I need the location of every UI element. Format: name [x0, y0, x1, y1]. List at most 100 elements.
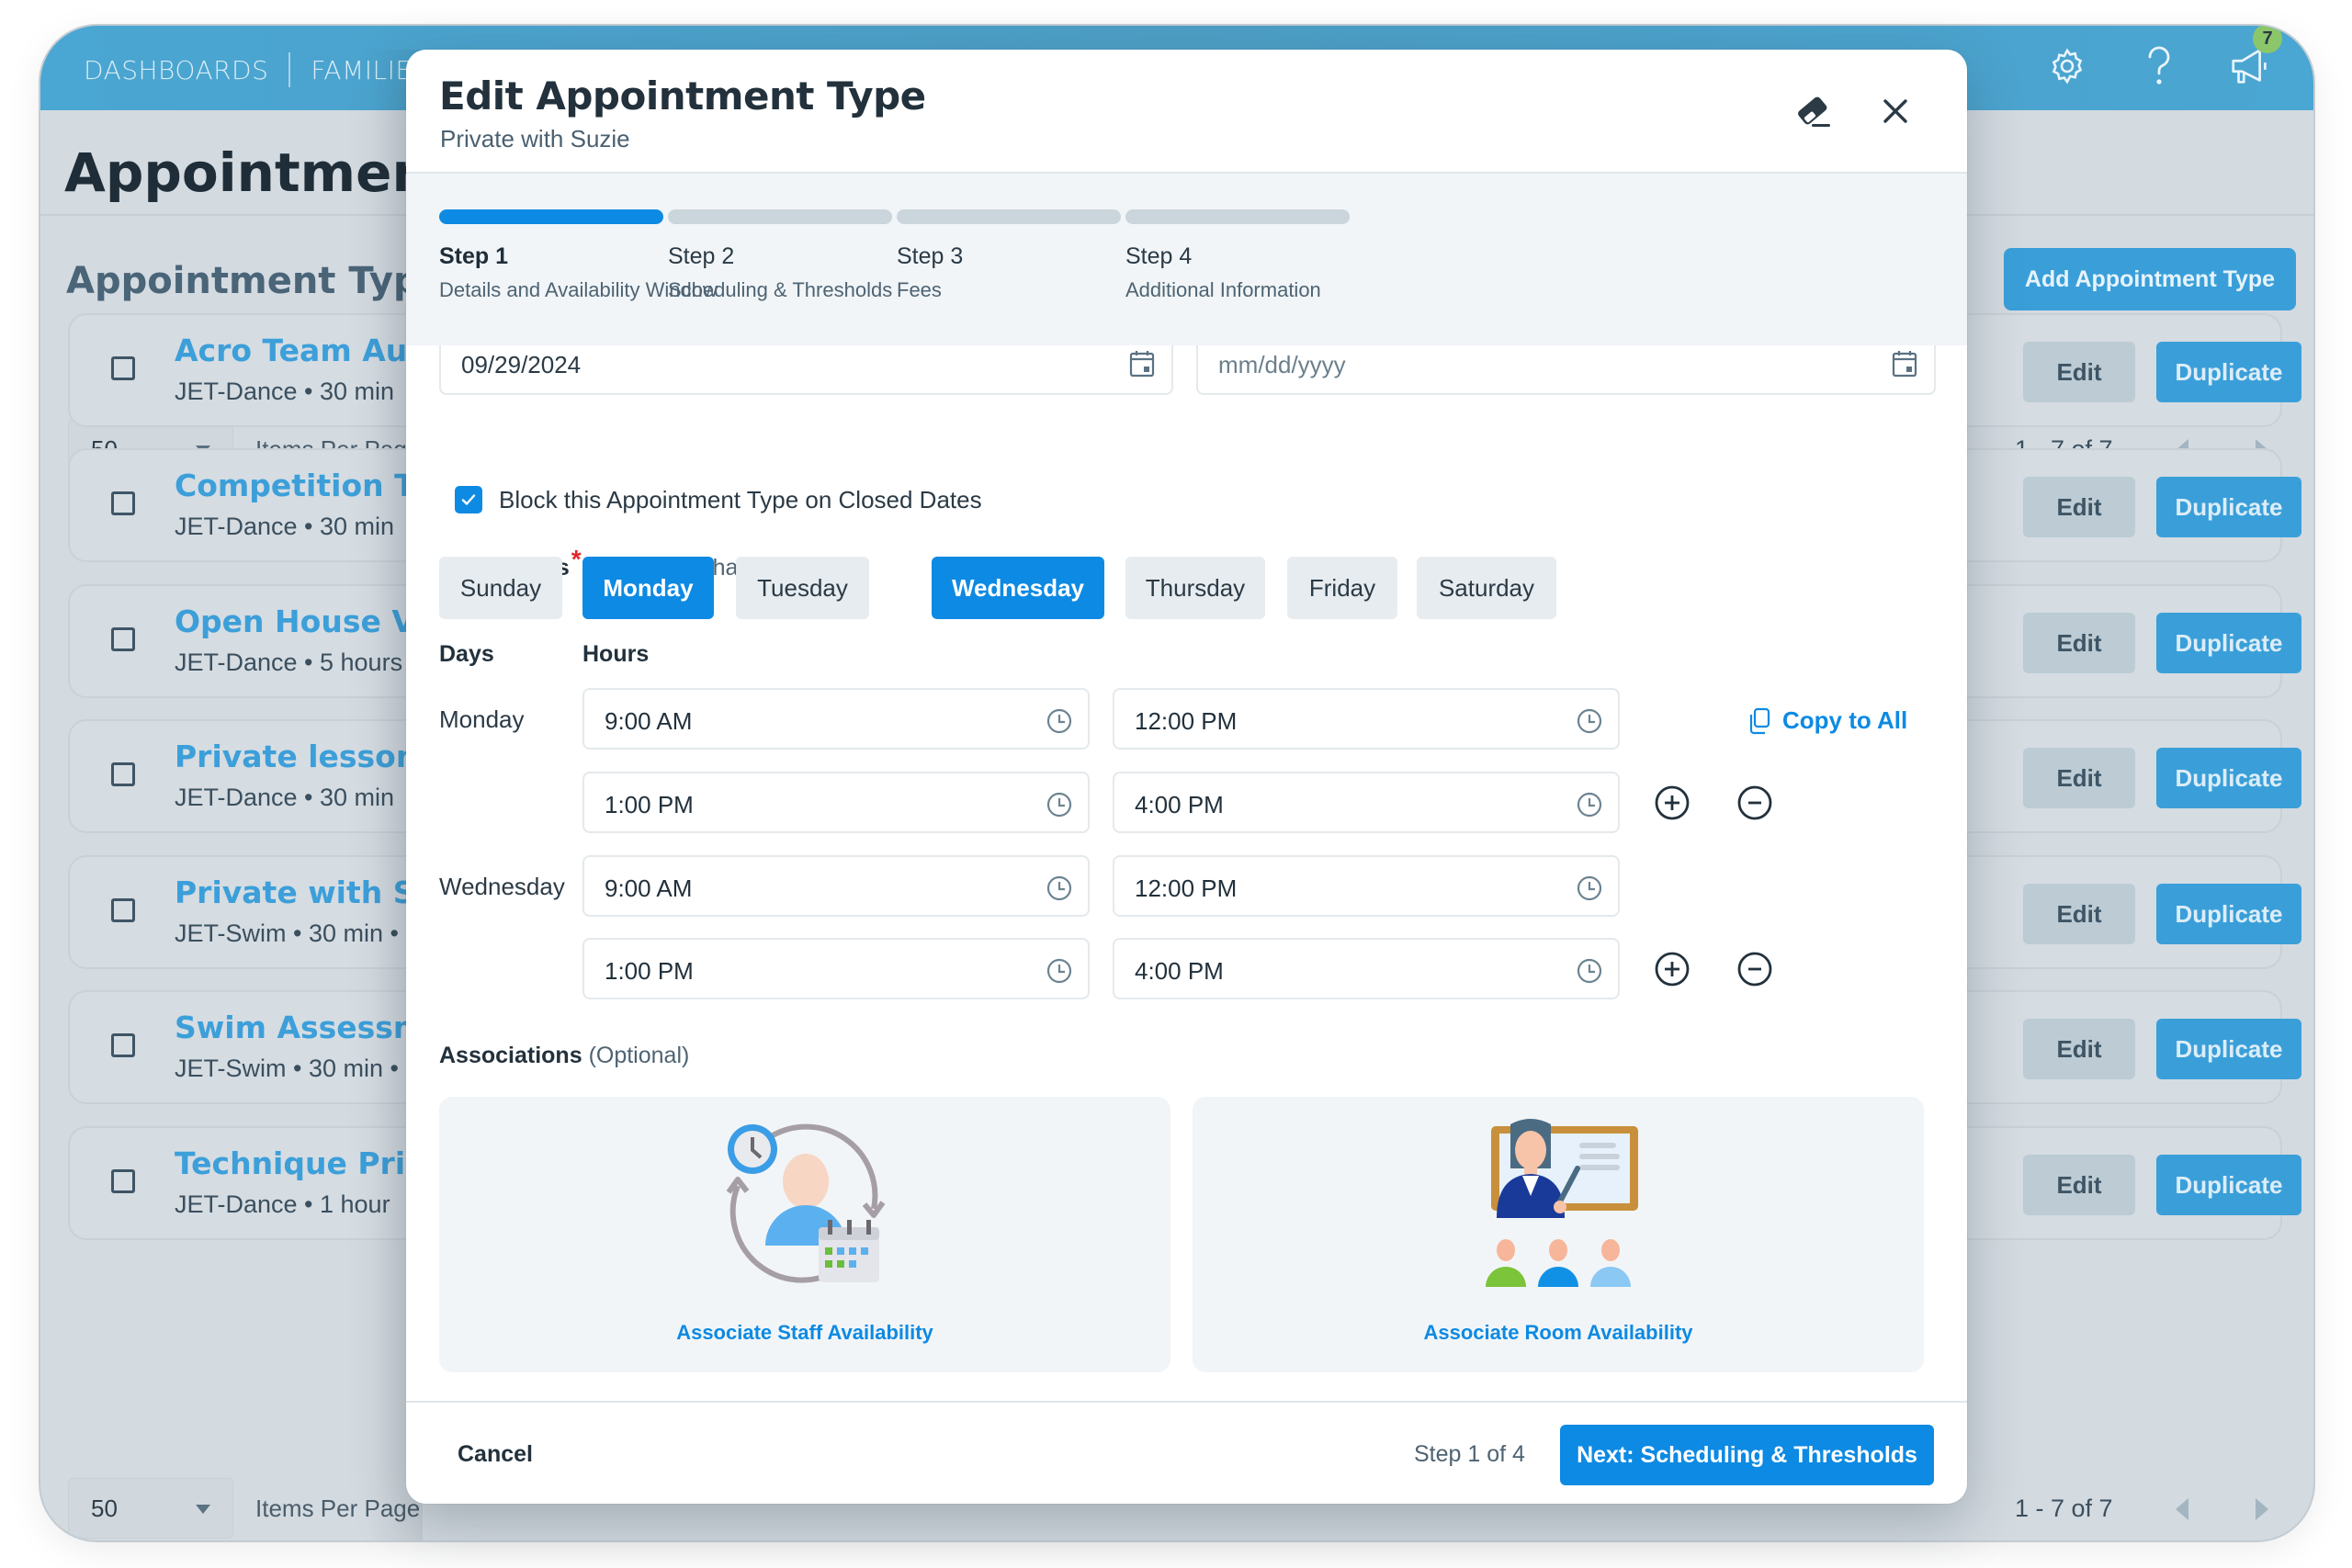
copy-to-all-label: Copy to All — [1782, 706, 1908, 734]
prev-page-icon[interactable] — [2176, 1498, 2188, 1520]
duplicate-button[interactable]: Duplicate — [2156, 1155, 2301, 1215]
required-asterisk: * — [571, 545, 582, 573]
block-closed-dates-checkbox[interactable] — [455, 486, 482, 513]
duplicate-button[interactable]: Duplicate — [2156, 884, 2301, 944]
nav-dashboards[interactable]: DASHBOARDS — [84, 55, 268, 85]
step-description: Scheduling & Thresholds — [668, 278, 893, 301]
edit-button[interactable]: Edit — [2023, 342, 2135, 402]
close-icon[interactable] — [1880, 96, 1911, 127]
row-checkbox[interactable] — [111, 627, 135, 651]
end-time-input[interactable]: 4:00 PM — [1113, 938, 1620, 999]
end-time-input[interactable]: 4:00 PM — [1113, 772, 1620, 833]
start-time-value: 1:00 PM — [605, 957, 694, 985]
step-indicator: Step 1 of 4 — [1414, 1441, 1525, 1467]
next-step-button[interactable]: Next: Scheduling & Thresholds — [1560, 1425, 1934, 1485]
days-column-header: Days — [439, 641, 494, 667]
associations-label: Associations (Optional) — [439, 1043, 689, 1069]
nav-separator — [288, 52, 291, 87]
end-time-value: 4:00 PM — [1135, 957, 1224, 985]
clock-icon[interactable] — [1576, 791, 1603, 818]
items-per-page-select[interactable]: 50 — [68, 1478, 233, 1539]
end-time-value: 12:00 PM — [1135, 874, 1238, 902]
add-time-range-icon[interactable] — [1654, 784, 1690, 821]
clock-icon[interactable] — [1046, 791, 1073, 818]
start-time-value: 9:00 AM — [605, 707, 693, 735]
duplicate-button[interactable]: Duplicate — [2156, 748, 2301, 808]
step-progress-bar — [668, 209, 892, 224]
add-time-range-icon[interactable] — [1654, 951, 1690, 987]
start-time-input[interactable]: 9:00 AM — [582, 688, 1090, 750]
calendar-icon[interactable] — [1892, 349, 1917, 378]
step-label[interactable]: Step 4 — [1125, 243, 1192, 270]
appointment-type-meta: JET-Dance • 30 min — [175, 513, 395, 540]
duplicate-button[interactable]: Duplicate — [2156, 613, 2301, 673]
end-date-placeholder: mm/dd/yyyy — [1218, 351, 1346, 378]
cancel-button[interactable]: Cancel — [458, 1441, 533, 1468]
hours-column-header: Hours — [582, 641, 650, 667]
row-checkbox[interactable] — [111, 491, 135, 515]
edit-button[interactable]: Edit — [2023, 884, 2135, 944]
edit-appointment-type-modal: Edit Appointment Type Private with Suzie… — [406, 50, 1967, 1504]
appointment-type-meta: JET-Swim • 30 min • — [175, 919, 399, 947]
add-appointment-type-button[interactable]: Add Appointment Type — [2004, 248, 2296, 310]
clock-icon[interactable] — [1046, 874, 1073, 902]
associate-room-link[interactable]: Associate Room Availability — [1193, 1321, 1924, 1345]
associate-staff-card[interactable]: Associate Staff Availability — [439, 1097, 1170, 1372]
edit-button[interactable]: Edit — [2023, 1019, 2135, 1079]
clock-icon[interactable] — [1576, 957, 1603, 985]
schedule-day-label: Wednesday — [439, 873, 565, 900]
remove-time-range-icon[interactable] — [1736, 784, 1773, 821]
calendar-icon[interactable] — [1129, 349, 1155, 378]
copy-to-all-button[interactable]: Copy to All — [1747, 706, 1907, 735]
clock-icon[interactable] — [1576, 874, 1603, 902]
clock-icon[interactable] — [1576, 707, 1603, 735]
next-page-icon[interactable] — [2256, 1498, 2268, 1520]
appointment-type-meta: JET-Dance • 1 hour — [175, 1190, 390, 1218]
block-closed-dates-label[interactable]: Block this Appointment Type on Closed Da… — [499, 486, 982, 514]
duplicate-button[interactable]: Duplicate — [2156, 342, 2301, 402]
room-availability-illustration — [1486, 1119, 1638, 1287]
row-checkbox[interactable] — [111, 1169, 135, 1193]
day-toggle-wednesday[interactable]: Wednesday — [932, 557, 1104, 619]
day-toggle-thursday[interactable]: Thursday — [1125, 557, 1265, 619]
day-toggle-friday[interactable]: Friday — [1287, 557, 1397, 619]
remove-time-range-icon[interactable] — [1736, 951, 1773, 987]
eraser-icon[interactable] — [1793, 94, 1834, 130]
edit-button[interactable]: Edit — [2023, 748, 2135, 808]
start-time-value: 1:00 PM — [605, 791, 694, 818]
associate-room-card[interactable]: Associate Room Availability — [1193, 1097, 1924, 1372]
day-toggle-sunday[interactable]: Sunday — [439, 557, 562, 619]
day-toggle-monday[interactable]: Monday — [582, 557, 714, 619]
day-toggle-tuesday[interactable]: Tuesday — [736, 557, 869, 619]
step-label[interactable]: Step 2 — [668, 243, 734, 270]
edit-button[interactable]: Edit — [2023, 1155, 2135, 1215]
step-label[interactable]: Step 1 — [439, 243, 508, 270]
gear-icon[interactable] — [2041, 40, 2093, 92]
edit-button[interactable]: Edit — [2023, 477, 2135, 537]
clock-icon[interactable] — [1046, 707, 1073, 735]
start-date-value: 09/29/2024 — [461, 351, 582, 378]
header-icons: 7 — [2041, 26, 2282, 92]
row-checkbox[interactable] — [111, 762, 135, 786]
start-time-input[interactable]: 1:00 PM — [582, 938, 1090, 999]
end-time-input[interactable]: 12:00 PM — [1113, 855, 1620, 917]
megaphone-icon[interactable]: 7 — [2225, 26, 2282, 92]
start-time-input[interactable]: 9:00 AM — [582, 855, 1090, 917]
edit-button[interactable]: Edit — [2023, 613, 2135, 673]
modal-subtitle: Private with Suzie — [440, 125, 630, 152]
clock-icon[interactable] — [1046, 957, 1073, 985]
row-checkbox[interactable] — [111, 356, 135, 380]
help-icon[interactable] — [2133, 40, 2185, 92]
day-toggle-saturday[interactable]: Saturday — [1417, 557, 1556, 619]
duplicate-button[interactable]: Duplicate — [2156, 477, 2301, 537]
row-checkbox[interactable] — [111, 1033, 135, 1057]
row-checkbox[interactable] — [111, 898, 135, 922]
step-label[interactable]: Step 3 — [897, 243, 963, 270]
modal-title: Edit Appointment Type — [439, 73, 926, 118]
associate-staff-link[interactable]: Associate Staff Availability — [439, 1321, 1170, 1345]
duplicate-button[interactable]: Duplicate — [2156, 1019, 2301, 1079]
start-time-input[interactable]: 1:00 PM — [582, 772, 1090, 833]
staff-availability-illustration — [726, 1123, 886, 1283]
end-time-input[interactable]: 12:00 PM — [1113, 688, 1620, 750]
associations-title: Associations — [439, 1043, 582, 1068]
